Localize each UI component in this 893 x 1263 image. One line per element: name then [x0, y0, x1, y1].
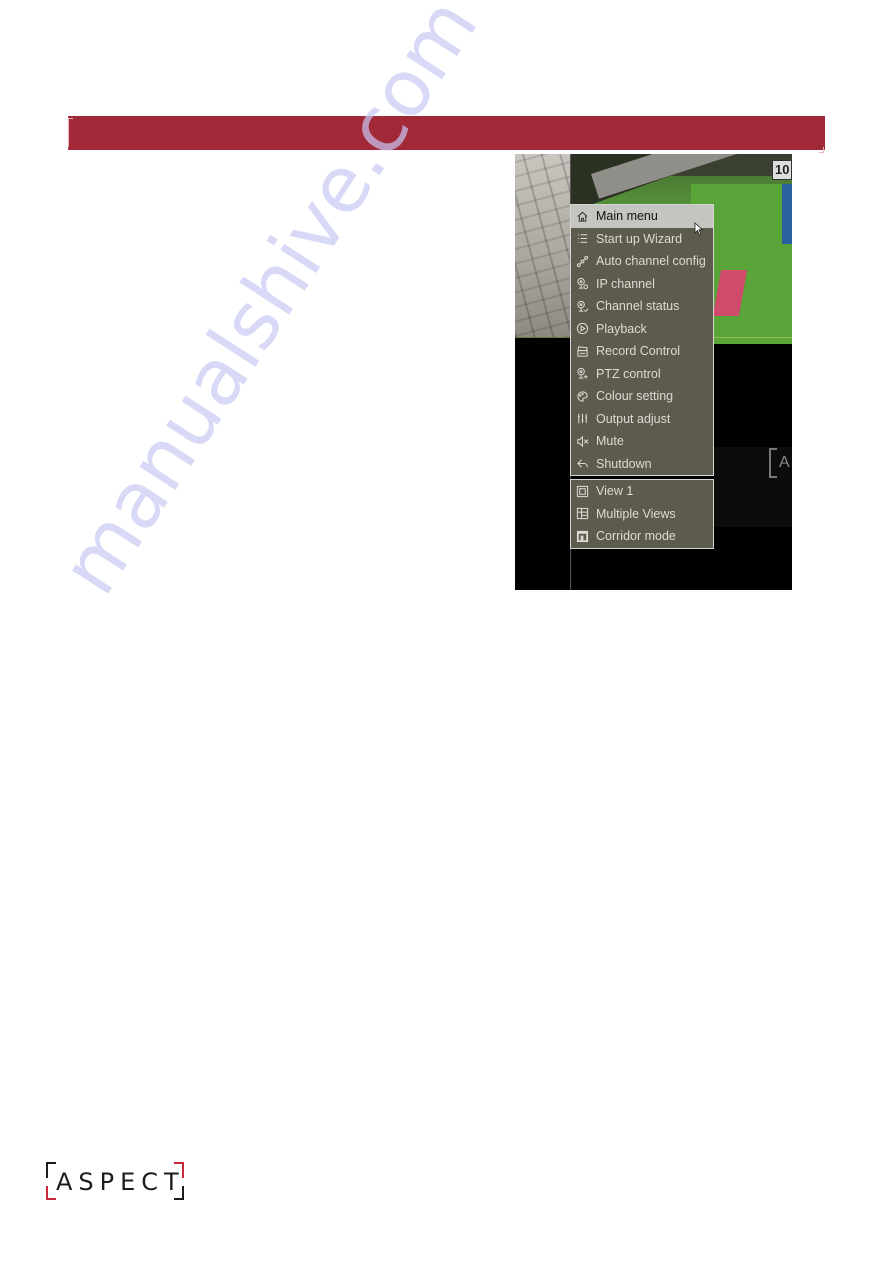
feed-blue-bench [782, 184, 792, 244]
menu-item-label: Output adjust [596, 411, 671, 426]
menu-item-mute[interactable]: Mute [571, 430, 713, 453]
logo-text: ASPECT [56, 1168, 185, 1196]
aspect-logo: ASPECT [46, 1162, 184, 1200]
header-corner-mark [68, 118, 73, 147]
home-icon [575, 209, 589, 223]
menu-item-shutdown[interactable]: Shutdown [571, 453, 713, 476]
menu-item-startup-wizard[interactable]: Start up Wizard [571, 228, 713, 251]
logo-bracket-icon [46, 1162, 56, 1178]
grid-view-icon [575, 507, 589, 521]
feed-sign: 10 [772, 160, 792, 180]
shutdown-icon [575, 457, 589, 471]
menu-item-label: Channel status [596, 299, 680, 314]
menu-item-corridor-mode[interactable]: Corridor mode [571, 525, 713, 548]
menu-group-views: View 1 Multiple Views Corridor mode [570, 479, 714, 549]
ip-camera-icon [575, 277, 589, 291]
menu-item-label: Corridor mode [596, 529, 676, 544]
menu-item-record-control[interactable]: Record Control [571, 340, 713, 363]
logo-bracket-icon [46, 1186, 56, 1200]
menu-group-main: Main menu Start up Wizard Auto channel c… [570, 204, 714, 476]
record-icon [575, 344, 589, 358]
menu-item-label: Main menu [596, 209, 658, 224]
corridor-icon [575, 529, 589, 543]
speaker-mute-icon [575, 434, 589, 448]
mini-logo: A [769, 448, 790, 478]
menu-item-label: View 1 [596, 484, 634, 499]
sliders-icon [575, 412, 589, 426]
menu-item-playback[interactable]: Playback [571, 318, 713, 341]
menu-item-label: IP channel [596, 276, 655, 291]
menu-item-view-1[interactable]: View 1 [571, 480, 713, 503]
camera-feed-wall [515, 154, 570, 337]
menu-item-multiple-views[interactable]: Multiple Views [571, 503, 713, 526]
menu-item-label: Mute [596, 434, 624, 449]
menu-item-label: PTZ control [596, 366, 661, 381]
section-header-band [68, 116, 825, 153]
menu-item-label: Start up Wizard [596, 231, 683, 246]
link-nodes-icon [575, 254, 589, 268]
menu-item-auto-channel-config[interactable]: Auto channel config [571, 250, 713, 273]
menu-item-ip-channel[interactable]: IP channel [571, 273, 713, 296]
camera-check-icon [575, 299, 589, 313]
ptz-camera-icon [575, 367, 589, 381]
menu-item-label: Multiple Views [596, 506, 676, 521]
header-corner-mark [819, 147, 824, 153]
menu-item-label: Record Control [596, 344, 681, 359]
context-menu: Main menu Start up Wizard Auto channel c… [570, 204, 714, 549]
menu-item-colour-setting[interactable]: Colour setting [571, 385, 713, 408]
menu-item-ptz-control[interactable]: PTZ control [571, 363, 713, 386]
list-icon [575, 232, 589, 246]
menu-item-main-menu[interactable]: Main menu [571, 205, 713, 228]
menu-item-label: Shutdown [596, 456, 652, 471]
palette-icon [575, 389, 589, 403]
menu-item-channel-status[interactable]: Channel status [571, 295, 713, 318]
menu-item-label: Playback [596, 321, 647, 336]
menu-item-label: Auto channel config [596, 254, 706, 269]
play-circle-icon [575, 322, 589, 336]
watermark-text: manualshive.com [44, 0, 496, 611]
menu-item-output-adjust[interactable]: Output adjust [571, 408, 713, 431]
menu-item-label: Colour setting [596, 389, 674, 404]
mouse-cursor-icon [694, 222, 704, 236]
mini-logo-text: A [779, 454, 790, 472]
single-view-icon [575, 484, 589, 498]
logo-bracket-icon [769, 448, 777, 478]
